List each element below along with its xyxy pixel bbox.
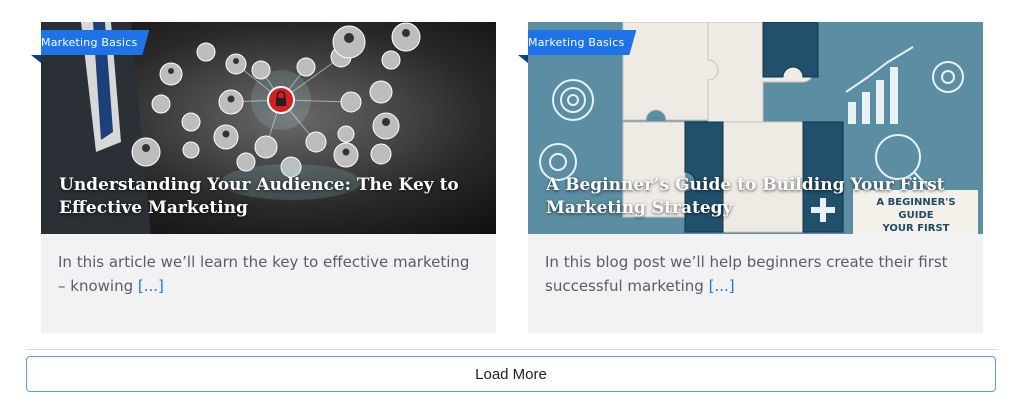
post-title[interactable]: A Beginner’s Guide to Building Your Firs… [546,174,965,220]
badge-fold [31,55,41,63]
badge-fold [518,55,528,63]
excerpt-text: In this blog post we’ll help beginners c… [545,253,948,295]
divider [26,349,998,350]
post-card: Marketing Basics Understanding Your Audi… [31,22,496,333]
svg-text:YOUR FIRST: YOUR FIRST [882,223,950,234]
excerpt-text: In this article we’ll learn the key to e… [58,253,470,295]
post-title[interactable]: Understanding Your Audience: The Key to … [59,174,478,220]
post-excerpt: In this blog post we’ll help beginners c… [545,250,963,298]
post-excerpt: In this article we’ll learn the key to e… [58,250,476,298]
read-more-link[interactable]: [...] [138,277,164,295]
post-card: A BEGINNER'S GUIDE YOUR FIRST Marketing … [518,22,983,333]
post-thumbnail[interactable]: A BEGINNER'S GUIDE YOUR FIRST Marketing … [528,22,983,234]
category-badge[interactable]: Marketing Basics [41,30,150,55]
category-badge[interactable]: Marketing Basics [528,30,637,55]
read-more-link[interactable]: [...] [709,277,735,295]
load-more-button[interactable]: Load More [26,356,996,392]
post-thumbnail[interactable]: Marketing Basics Understanding Your Audi… [41,22,496,234]
